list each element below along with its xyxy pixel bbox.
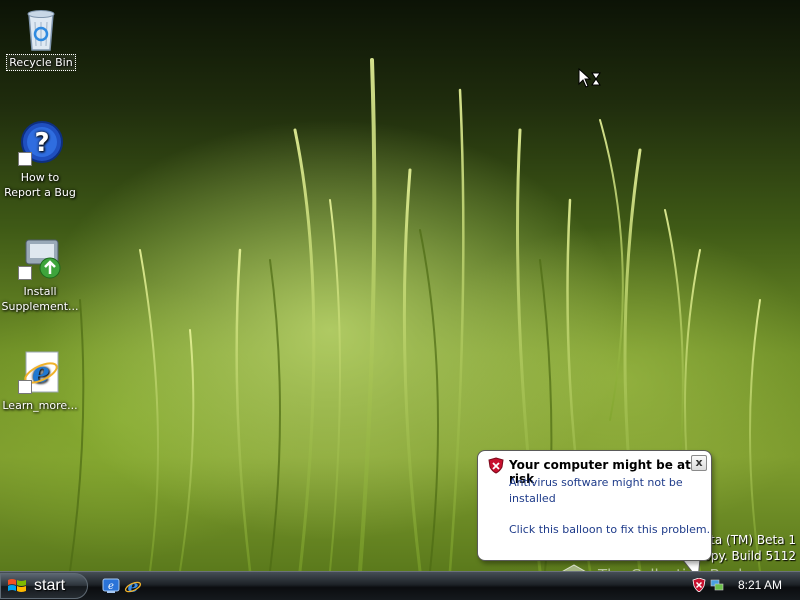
security-shield-icon	[488, 457, 504, 474]
balloon-action-text[interactable]: Click this balloon to fix this problem.	[509, 523, 710, 536]
desktop-icon-label: Recycle Bin	[6, 54, 76, 71]
help-question-icon: ?	[16, 120, 64, 168]
balloon-close-button[interactable]: x	[691, 455, 707, 471]
start-button[interactable]: start	[0, 573, 88, 599]
svg-text:e: e	[128, 577, 139, 595]
shortcut-arrow-icon	[18, 380, 32, 394]
network-icon[interactable]	[710, 578, 724, 592]
svg-text:e: e	[32, 356, 50, 389]
desktop-icon-install-supplement[interactable]: Install Supplement...	[1, 234, 79, 314]
busy-cursor-icon	[578, 68, 601, 88]
security-alert-icon[interactable]	[692, 578, 706, 592]
system-tray[interactable]: 8:21 AM	[688, 572, 800, 599]
windows-flag-icon	[8, 579, 26, 592]
recycle-bin-icon	[17, 4, 65, 52]
show-desktop-icon[interactable]: e	[102, 577, 120, 595]
svg-text:e: e	[108, 581, 114, 592]
security-alert-balloon[interactable]: Your computer might be at risk Antivirus…	[477, 450, 712, 561]
desktop-icon-label: Install Supplement...	[1, 285, 79, 313]
build-info-line: ista (TM) Beta 1	[700, 533, 796, 547]
desktop-icon-label: How to Report a Bug	[4, 171, 76, 199]
desktop-icon-report-bug[interactable]: ? How to Report a Bug	[1, 120, 79, 200]
svg-text:?: ?	[34, 128, 49, 158]
internet-explorer-icon[interactable]: e	[124, 577, 142, 595]
balloon-message: Antivirus software might not be installe…	[509, 476, 683, 505]
shortcut-arrow-icon	[18, 266, 32, 280]
desktop-icon-label: Learn_more...	[2, 399, 78, 412]
shortcut-arrow-icon	[18, 152, 32, 166]
internet-explorer-icon: e	[16, 348, 64, 396]
desktop-icon-learn-more[interactable]: e Learn_more...	[1, 348, 79, 413]
taskbar-clock[interactable]: 8:21 AM	[738, 578, 782, 592]
taskbar[interactable]: start e e 8:21 AM	[0, 571, 800, 600]
start-label: start	[34, 577, 66, 594]
desktop-icon-recycle-bin[interactable]: Recycle Bin	[2, 4, 80, 71]
install-supplement-icon	[16, 234, 64, 282]
